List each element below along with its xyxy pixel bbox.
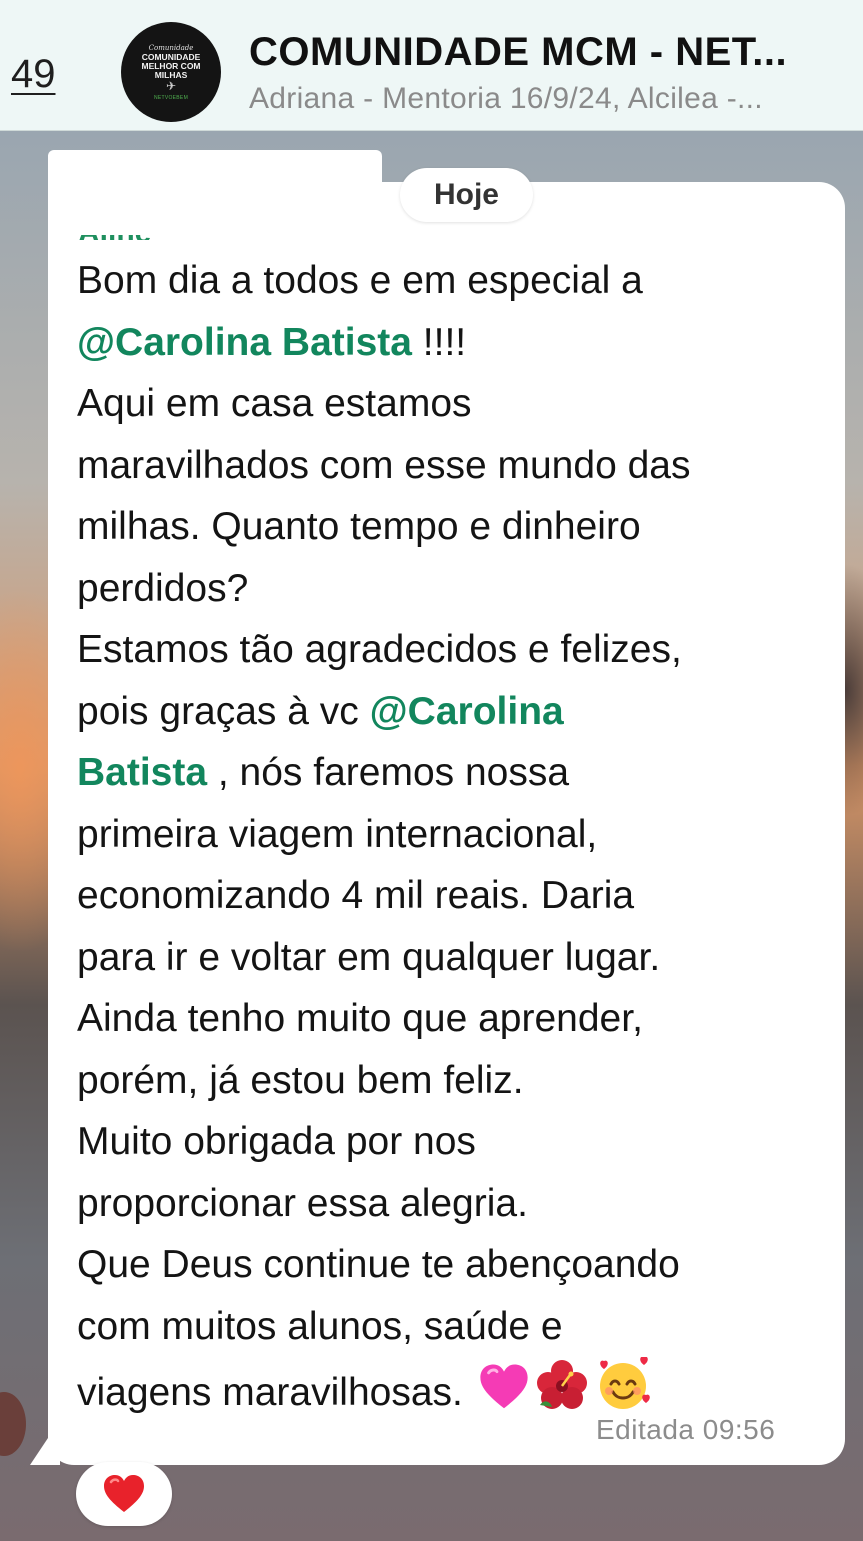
message-text-segment: para ir e voltar em qualquer lugar. <box>77 935 661 979</box>
mention-link[interactable]: Batista <box>77 751 207 794</box>
reaction-badge[interactable] <box>76 1462 172 1526</box>
message-line: Batista , nós faremos nossa <box>77 742 837 804</box>
message-line: primeira viagem internacional, <box>77 804 837 866</box>
avatar-sub-text: NETVOEBEM <box>153 94 189 101</box>
group-members-subtitle[interactable]: Adriana - Mentoria 16/9/24, Alcilea -... <box>249 82 849 116</box>
message-text-segment: proporcionar essa alegria. <box>77 1181 528 1225</box>
message-text-segment: milhas. Quanto tempo e dinheiro <box>77 505 641 548</box>
date-separator-chip: Hoje <box>400 168 533 222</box>
message-text-segment: !!!! <box>411 320 467 364</box>
message-line: com muitos alunos, saúde e <box>77 1296 837 1358</box>
sender-name-redaction <box>48 150 382 235</box>
message-line: Ainda tenho muito que aprender, <box>77 988 837 1050</box>
airplane-icon: ✈ <box>165 78 177 93</box>
message-line: perdidos? <box>77 558 837 620</box>
message-line: porém, já estou bem feliz. <box>77 1050 837 1112</box>
red-heart-icon <box>104 1475 144 1512</box>
message-text-segment: Ainda tenho muito que aprender, <box>77 997 643 1040</box>
message-line: Que Deus continue te abençoando <box>77 1234 837 1296</box>
message-text-segment: com muitos alunos, saúde e <box>77 1304 563 1348</box>
message-line: @Carolina Batista !!!! <box>77 312 837 374</box>
message-line: maravilhados com esse mundo das <box>77 435 837 497</box>
back-button-unread-count[interactable]: 49 <box>11 52 56 97</box>
hibiscus-icon <box>534 1359 590 1430</box>
message-line: Aqui em casa estamos <box>77 373 837 435</box>
message-timestamp: Editada 09:56 <box>596 1414 776 1445</box>
message-line: Bom dia a todos e em especial a <box>77 250 837 312</box>
message-line: milhas. Quanto tempo e dinheiro <box>77 496 837 558</box>
message-text-segment: Estamos tão agradecidos e felizes, <box>77 628 682 671</box>
message-text-segment: Que Deus continue te abençoando <box>77 1243 680 1286</box>
message-line: economizando 4 mil reais. Daria <box>77 865 837 927</box>
group-title[interactable]: COMUNIDADE MCM - NET... <box>249 30 849 75</box>
avatar-logo-text: COMUNIDADE MELHOR COM MILHAS <box>141 51 201 80</box>
message-text-segment: porém, já estou bem feliz. <box>77 1058 524 1102</box>
message-text-segment: pois graças à vc <box>77 689 370 733</box>
message-text-segment: Aqui em casa estamos <box>77 382 472 425</box>
message-line: pois graças à vc @Carolina <box>77 681 837 743</box>
message-text: Bom dia a todos e em especial a @Carolina… <box>77 250 837 1430</box>
message-text-segment: Muito obrigada por nos <box>77 1120 476 1163</box>
chat-header: 49 Comunidade COMUNIDADE MELHOR COM MILH… <box>0 0 863 131</box>
group-avatar[interactable]: Comunidade COMUNIDADE MELHOR COM MILHAS … <box>121 22 221 122</box>
message-text-segment: perdidos? <box>77 566 249 610</box>
mention-link[interactable]: @Carolina <box>370 690 564 733</box>
message-line: Estamos tão agradecidos e felizes, <box>77 619 837 681</box>
message-text-segment: viagens maravilhosas. <box>77 1371 474 1414</box>
avatar-script-text: Comunidade <box>148 43 194 52</box>
message-line: para ir e voltar em qualquer lugar. <box>77 927 837 989</box>
message-line: Muito obrigada por nos <box>77 1111 837 1173</box>
message-bubble-tail <box>30 1420 60 1465</box>
message-line: proporcionar essa alegria. <box>77 1173 837 1235</box>
mention-link[interactable]: @Carolina Batista <box>77 321 412 364</box>
message-text-segment: primeira viagem internacional, <box>77 812 598 856</box>
message-text-segment: , nós faremos nossa <box>207 751 570 794</box>
message-text-segment: economizando 4 mil reais. Daria <box>77 874 635 917</box>
message-text-segment: Bom dia a todos e em especial a <box>77 259 643 302</box>
pink-heart-icon <box>478 1363 530 1430</box>
message-text-segment: maravilhados com esse mundo das <box>77 443 691 487</box>
